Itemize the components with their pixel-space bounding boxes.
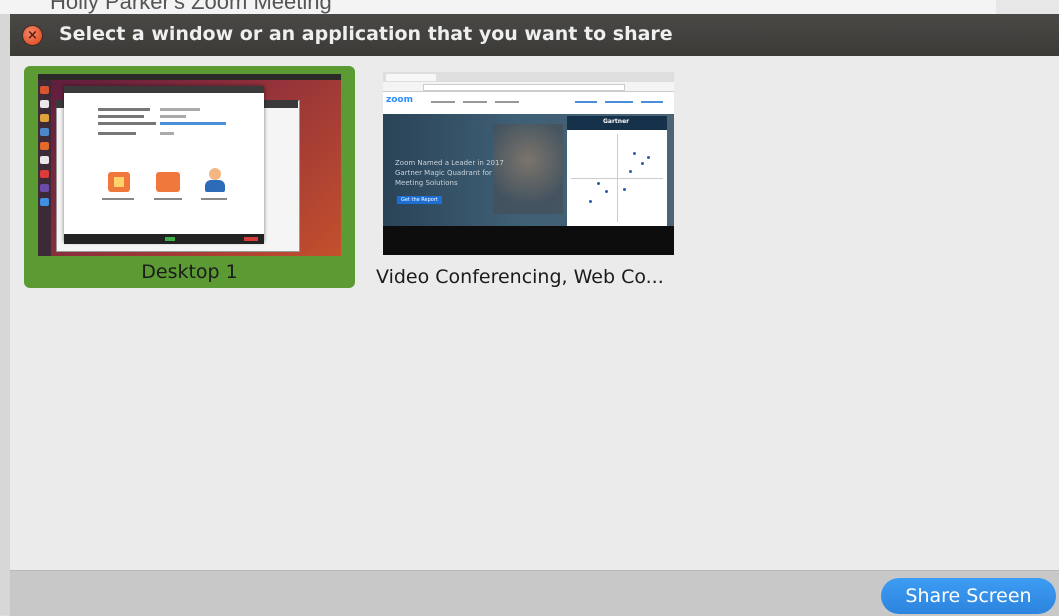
share-screen-button[interactable]: Share Screen xyxy=(881,578,1056,614)
background-window-title: Holly Parker's Zoom Meeting xyxy=(50,0,332,14)
share-tile-desktop[interactable]: Desktop 1 xyxy=(24,66,355,288)
background-window: Holly Parker's Zoom Meeting xyxy=(0,0,1059,14)
browser-window-thumbnail: zoom Zoom Named a Leader in 2017 Gartner… xyxy=(383,72,674,255)
background-window-edge-left xyxy=(0,14,10,615)
zoom-logo: zoom xyxy=(386,95,413,105)
share-dialog: × Select a window or an application that… xyxy=(10,14,1059,616)
tile-label-video-conferencing: Video Conferencing, Web Co... xyxy=(376,266,664,288)
dialog-footer: Share Screen xyxy=(10,570,1059,616)
hero-headline: Zoom Named a Leader in 2017 Gartner Magi… xyxy=(395,159,504,187)
gartner-label: Gartner xyxy=(603,118,630,125)
desktop-thumbnail xyxy=(38,74,341,256)
hero-cta: Get the Report xyxy=(397,196,442,204)
share-tile-video-conferencing[interactable]: zoom Zoom Named a Leader in 2017 Gartner… xyxy=(374,71,694,301)
tile-label-desktop: Desktop 1 xyxy=(141,261,238,283)
dialog-titlebar: × Select a window or an application that… xyxy=(10,14,1059,56)
close-icon[interactable]: × xyxy=(23,26,42,45)
background-window-edge xyxy=(996,0,1059,14)
dialog-title: Select a window or an application that y… xyxy=(59,23,673,45)
